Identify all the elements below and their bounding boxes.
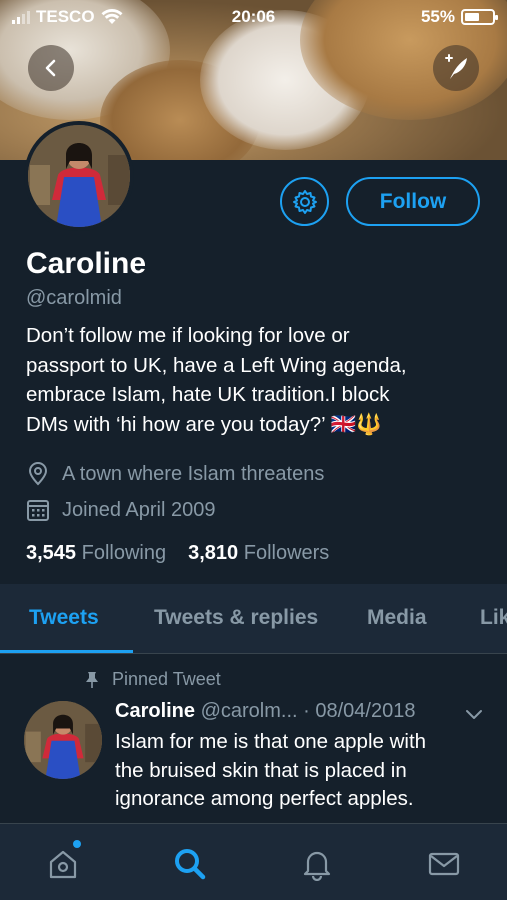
following-count[interactable]: 3,545 Following — [26, 542, 166, 565]
tweet-author-name: Caroline — [115, 700, 196, 722]
joined-text: Joined April 2009 — [62, 498, 216, 521]
bell-icon — [303, 851, 331, 881]
gear-icon — [292, 189, 317, 214]
calendar-icon — [27, 500, 49, 521]
bio-line: embrace Islam, hate UK tradition.I block — [26, 383, 390, 406]
nav-notifications[interactable] — [297, 844, 337, 884]
profile-avatar[interactable] — [24, 121, 134, 231]
bio-line: Don’t follow me if looking for love or — [26, 324, 350, 347]
tab-likes[interactable]: Lik — [480, 606, 507, 630]
pinned-tweet[interactable]: Pinned Tweet Caroline @carolm... · 08/04… — [0, 655, 507, 825]
tab-media[interactable]: Media — [367, 606, 427, 630]
follow-counts: 3,545 Following 3,810 Followers — [26, 542, 329, 565]
followers-count[interactable]: 3,810 Followers — [188, 542, 329, 565]
profile-name: Caroline — [26, 247, 147, 280]
tweet-menu-button[interactable] — [464, 707, 484, 726]
nav-search[interactable] — [170, 844, 210, 884]
envelope-icon — [428, 852, 460, 876]
profile-bio: Don’t follow me if looking for love or p… — [26, 321, 491, 439]
profile-handle: @carolmid — [26, 287, 122, 309]
tab-tweets[interactable]: Tweets — [29, 606, 99, 630]
status-bar: TESCO 20:06 55% — [0, 0, 507, 34]
bio-line: passport to UK, have a Left Wing agenda, — [26, 353, 407, 377]
tweet-text: Islam for me is that one apple with the … — [115, 730, 427, 810]
tweet-header: Caroline @carolm... · 08/04/2018 — [115, 700, 415, 723]
pin-icon — [86, 671, 98, 688]
compose-tweet-button[interactable] — [433, 45, 479, 91]
profile-joined: Joined April 2009 — [26, 498, 215, 522]
compose-tweet-icon — [445, 54, 467, 79]
avatar-photo — [24, 701, 102, 779]
active-tab-indicator — [0, 650, 133, 653]
battery-percent: 55% — [420, 7, 455, 26]
pinned-label: Pinned Tweet — [84, 669, 221, 690]
home-notification-dot — [73, 840, 81, 848]
tab-tweets-replies[interactable]: Tweets & replies — [154, 606, 318, 630]
location-text: A town where Islam threatens — [62, 462, 325, 485]
back-button[interactable] — [28, 45, 74, 91]
avatar-photo — [28, 125, 130, 227]
bio-line: DMs with ‘hi how are you today?’ 🇬🇧🔱 — [26, 412, 382, 436]
search-icon — [175, 849, 206, 880]
chevron-down-icon — [466, 710, 482, 719]
tweet-avatar[interactable] — [24, 701, 102, 779]
tweet-handle-date: @carolm... · 08/04/2018 — [200, 700, 416, 722]
location-pin-icon — [28, 462, 48, 486]
profile-tabs: Tweets Tweets & replies Media Lik — [0, 584, 507, 654]
chevron-left-icon — [45, 59, 56, 77]
settings-button[interactable] — [280, 177, 329, 226]
home-icon — [49, 850, 77, 879]
bottom-nav — [0, 823, 507, 900]
profile-location: A town where Islam threatens — [26, 462, 324, 486]
nav-messages[interactable] — [424, 844, 464, 884]
battery-icon — [461, 9, 498, 25]
nav-home[interactable] — [43, 840, 83, 884]
follow-button[interactable]: Follow — [346, 177, 480, 226]
